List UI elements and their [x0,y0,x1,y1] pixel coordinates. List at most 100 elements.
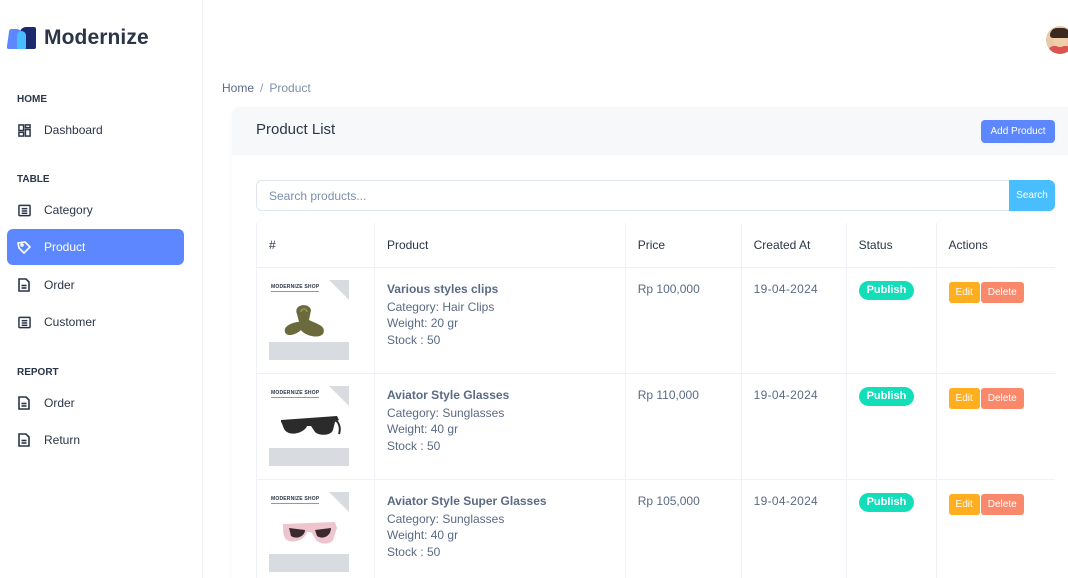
product-category: Category: Sunglasses [386,405,505,420]
sidebar-item-label: Dashboard [44,123,103,137]
sidebar-item-label: Product [44,240,86,254]
delete-button[interactable]: Delete [980,281,1024,303]
file-text-icon [17,433,31,447]
product-name[interactable]: Aviator Style Super Glasses [387,494,625,508]
product-name[interactable]: Various styles clips [387,282,625,296]
product-created-at: 19-04-2024 [741,267,847,374]
sidebar-item-order[interactable]: Order [7,267,184,303]
breadcrumb: Home / Product [222,81,311,95]
breadcrumb-separator: / [260,81,264,95]
product-stock: Stock : 50 [386,438,441,453]
status-badge: Publish [858,386,915,406]
nav-section-table: TABLE [17,174,50,185]
product-info-cell: Various styles clips Category: Hair Clip… [374,267,626,374]
sidebar-item-dashboard[interactable]: Dashboard [7,112,184,148]
edit-button[interactable]: Edit [948,281,980,303]
edit-button[interactable]: Edit [948,493,980,515]
breadcrumb-current: Product [269,81,311,95]
product-table: # Product Price Created At Status Action… [256,223,1055,578]
column-header-actions: Actions [936,223,1055,268]
table-header-row: # Product Price Created At Status Action… [256,223,1055,268]
product-price: Rp 110,000 [625,373,742,480]
status-badge: Publish [858,280,915,300]
product-created-at: 19-04-2024 [741,373,847,480]
sidebar-item-product[interactable]: Product [7,229,184,265]
sidebar-item-category[interactable]: Category [7,192,184,228]
product-status-cell: Publish [846,267,937,374]
product-weight: Weight: 40 gr [386,422,459,436]
card-header: Product List Add Product [232,107,1068,155]
nav-section-home: HOME [17,94,47,105]
product-info-cell: Aviator Style Super Glasses Category: Su… [374,479,626,578]
table-row: MODERNIZE SHOP Various styles clips Cate… [256,267,1055,374]
edit-button[interactable]: Edit [948,387,980,409]
shop-label: MODERNIZE SHOP [271,495,320,504]
product-category: Category: Sunglasses [386,511,505,526]
product-status-cell: Publish [846,479,937,578]
brand[interactable]: Modernize [6,26,149,50]
add-product-button[interactable]: Add Product [981,120,1055,143]
product-weight: Weight: 20 gr [386,316,459,330]
product-price: Rp 105,000 [625,479,742,578]
product-image-cell: MODERNIZE SHOP [256,479,375,578]
product-image: MODERNIZE SHOP [269,279,349,360]
product-image: MODERNIZE SHOP [269,491,349,572]
sidebar-item-label: Order [44,396,75,410]
product-stock: Stock : 50 [386,544,441,559]
brand-name: Modernize [44,26,149,49]
app-root: Modernize HOME Dashboard TABLE Category … [0,0,1068,578]
product-image: MODERNIZE SHOP [269,385,349,466]
product-image-cell: MODERNIZE SHOP [256,373,375,480]
column-header-product: Product [374,223,626,268]
table-row: MODERNIZE SHOP Aviator Style Super Glass… [256,479,1055,578]
list-details-icon [17,315,31,329]
sunglasses-icon [281,415,341,435]
column-header-index: # [256,223,375,268]
search-button[interactable]: Search [1009,180,1055,211]
sidebar: Modernize HOME Dashboard TABLE Category … [0,0,203,578]
tag-icon [17,240,31,254]
brand-logo-icon [6,27,36,49]
search-input[interactable] [256,180,1009,211]
sidebar-item-report-order[interactable]: Order [7,385,184,421]
delete-button[interactable]: Delete [980,387,1024,409]
product-weight: Weight: 40 gr [386,528,459,542]
delete-button[interactable]: Delete [980,493,1024,515]
product-actions-cell: Edit Delete [936,267,1055,374]
product-list-card: Product List Add Product Search # Produc… [232,107,1068,578]
product-created-at: 19-04-2024 [741,479,847,578]
product-image-cell: MODERNIZE SHOP [256,267,375,374]
product-category: Category: Hair Clips [386,299,495,314]
list-details-icon [17,203,31,217]
nav-section-report: REPORT [17,367,59,378]
sidebar-item-label: Return [44,433,81,447]
column-header-created-at: Created At [741,223,847,268]
product-name[interactable]: Aviator Style Glasses [387,388,625,402]
shop-label: MODERNIZE SHOP [271,389,320,398]
hair-clip-icon [284,304,324,337]
sidebar-item-return[interactable]: Return [7,422,184,458]
page-title: Product List [256,121,336,138]
file-text-icon [17,396,31,410]
column-header-price: Price [625,223,742,268]
sidebar-item-customer[interactable]: Customer [7,304,184,340]
search-bar: Search [256,180,1055,211]
product-price: Rp 100,000 [625,267,742,374]
table-row: MODERNIZE SHOP Aviator Style Glasses Cat… [256,373,1055,480]
layout-dashboard-icon [17,123,31,137]
product-actions-cell: Edit Delete [936,373,1055,480]
sidebar-item-label: Category [44,203,93,217]
file-text-icon [17,278,31,292]
product-info-cell: Aviator Style Glasses Category: Sunglass… [374,373,626,480]
sidebar-item-label: Customer [44,315,97,329]
status-badge: Publish [858,492,915,512]
breadcrumb-home[interactable]: Home [222,81,254,95]
sidebar-item-label: Order [44,278,75,292]
product-stock: Stock : 50 [386,332,441,347]
product-actions-cell: Edit Delete [936,479,1055,578]
sunglasses-icon [283,521,337,544]
shop-label: MODERNIZE SHOP [271,283,320,292]
avatar[interactable] [1046,26,1068,54]
column-header-status: Status [846,223,937,268]
product-status-cell: Publish [846,373,937,480]
